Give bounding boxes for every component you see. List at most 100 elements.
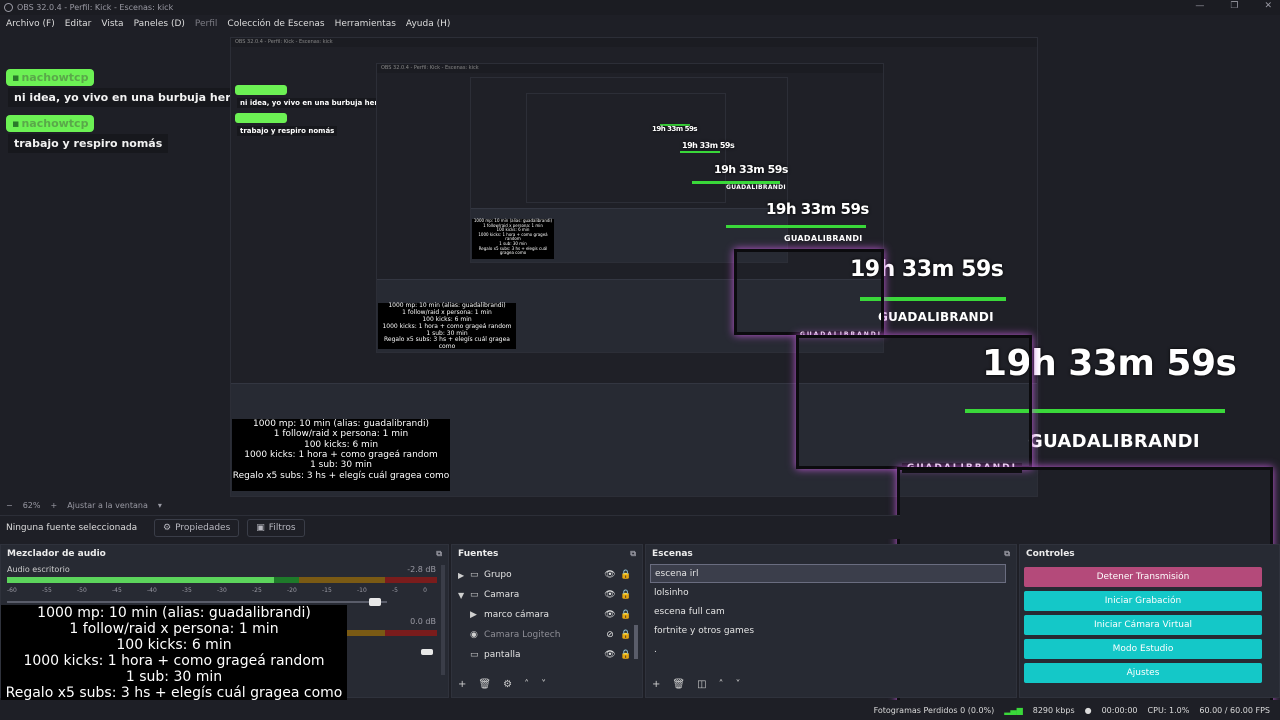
lock-icon[interactable]: 🔒 <box>618 610 634 620</box>
close-icon[interactable]: ✕ <box>1264 1 1272 11</box>
zoom-fit-select[interactable]: Ajustar a la ventana <box>67 501 148 510</box>
preview-canvas[interactable]: ▪ nachowtcp ni idea, yo vivo en una burbu… <box>0 33 1280 717</box>
meter-tick: -40 <box>147 587 157 594</box>
volume-slider-handle[interactable] <box>421 649 433 655</box>
add-icon[interactable]: + <box>458 679 466 690</box>
meter-tick: -15 <box>322 587 332 594</box>
sources-toolbar: + 🗑 ⚙ ˄ ˅ <box>458 679 546 690</box>
source-properties-bar: Ninguna fuente seleccionada ⚙ Propiedades… <box>0 515 900 539</box>
scene-item[interactable]: . <box>650 640 1006 659</box>
control-button-0[interactable]: Detener Transmisión <box>1024 567 1262 587</box>
cpu-usage: CPU: 1.0% <box>1147 705 1190 715</box>
monitor-icon: ▭ <box>470 650 479 660</box>
meter-tick: -25 <box>252 587 262 594</box>
no-source-label: Ninguna fuente seleccionada <box>6 522 138 533</box>
meter-tick: 0 <box>423 587 427 594</box>
scene-item[interactable]: escena irl <box>650 564 1006 583</box>
arrow-up-icon[interactable]: ˄ <box>524 679 529 690</box>
fps: 60.00 / 60.00 FPS <box>1199 705 1270 715</box>
sources-scrollbar[interactable] <box>634 625 638 659</box>
visibility-icon[interactable]: ⊘ <box>602 630 618 640</box>
control-button-2[interactable]: Iniciar Cámara Virtual <box>1024 615 1262 635</box>
arrow-up-icon[interactable]: ˄ <box>719 679 724 690</box>
chat-badge-icon: ▪ <box>12 71 20 84</box>
meter-ticks: -60 -55 -50 -45 -40 -35 -30 -25 -20 -15 -10 -5 0 <box>7 587 427 594</box>
menu-item-1[interactable]: Editar <box>65 19 92 29</box>
stream-timer: 19h 33m 59s <box>766 200 869 218</box>
add-icon[interactable]: + <box>652 679 660 690</box>
menu-item-0[interactable]: Archivo (F) <box>6 19 55 29</box>
source-item[interactable]: ◉ Camara Logitech ⊘ 🔒 <box>458 625 634 645</box>
obs-logo-icon <box>4 3 13 12</box>
audio-meter <box>7 577 437 583</box>
menu-item-5[interactable]: Colección de Escenas <box>227 19 324 29</box>
menu-item-2[interactable]: Vista <box>101 19 123 29</box>
undock-icon[interactable]: ⧉ <box>1004 549 1010 559</box>
zoom-out-icon[interactable]: − <box>6 501 13 510</box>
lock-icon[interactable]: 🔒 <box>618 590 634 600</box>
expand-icon[interactable]: ▼ <box>458 591 470 600</box>
menu-item-7[interactable]: Ayuda (H) <box>406 19 450 29</box>
lock-icon[interactable]: 🔒 <box>618 570 634 580</box>
visibility-icon[interactable]: 👁 <box>602 590 618 600</box>
camera-icon: ◉ <box>470 630 478 640</box>
control-button-4[interactable]: Ajustes <box>1024 663 1262 683</box>
mixer-scrollbar[interactable] <box>441 565 445 675</box>
visibility-icon[interactable]: 👁 <box>602 570 618 580</box>
play-icon: ▶ <box>470 610 477 620</box>
lock-icon[interactable]: 🔒 <box>618 650 634 660</box>
lock-icon[interactable]: 🔒 <box>618 630 634 640</box>
minimize-icon[interactable]: — <box>1195 1 1204 11</box>
sources-title: Fuentes <box>458 549 499 559</box>
window-titlebar: OBS 32.0.4 - Perfil: Kick - Escenas: kic… <box>0 0 1280 15</box>
streamer-name: GUADALIBRANDI <box>784 234 863 243</box>
streamer-name: GUADALIBRANDI <box>878 310 994 324</box>
scene-item[interactable]: fortnite y otros games <box>650 621 1006 640</box>
meter-tick: -50 <box>77 587 87 594</box>
source-item[interactable]: ▼ ▭ Camara 👁 🔒 <box>458 585 634 605</box>
source-item[interactable]: ▶ ▭ Grupo 👁 🔒 <box>458 565 634 585</box>
visibility-icon[interactable]: 👁 <box>602 610 618 620</box>
nested-chat-name <box>235 113 287 123</box>
volume-slider[interactable] <box>7 601 387 603</box>
chevron-down-icon[interactable]: ▾ <box>158 501 162 510</box>
stream-timer: 19h 33m 59s <box>682 141 735 150</box>
gear-icon[interactable]: ⚙ <box>503 679 512 690</box>
menu-item-4[interactable]: Perfil <box>195 19 218 29</box>
trash-icon[interactable]: 🗑 <box>478 679 491 690</box>
zoom-in-icon[interactable]: + <box>50 501 57 510</box>
zoom-bar: − 62% + Ajustar a la ventana ▾ <box>0 497 900 513</box>
scene-item[interactable]: escena full cam <box>650 602 1006 621</box>
scene-item[interactable]: lolsinho <box>650 583 1006 602</box>
meter-tick: -10 <box>357 587 367 594</box>
stream-time: 00:00:00 <box>1101 705 1138 715</box>
nested-titlebar: OBS 32.0.4 - Perfil: Kick - Escenas: kic… <box>377 64 883 73</box>
undock-icon[interactable]: ⧉ <box>630 549 636 559</box>
volume-slider-handle[interactable] <box>369 598 381 606</box>
filter-icon: ▣ <box>256 522 265 533</box>
visibility-icon[interactable]: 👁 <box>602 650 618 660</box>
chat-username: ▪ nachowtcp <box>6 115 95 132</box>
trash-icon[interactable]: 🗑 <box>672 679 685 690</box>
nested-titlebar: OBS 32.0.4 - Perfil: Kick - Escenas: kic… <box>231 38 1037 47</box>
dropped-frames: Fotogramas Perdidos 0 (0.0%) <box>873 705 995 715</box>
source-name: pantalla <box>484 650 521 660</box>
source-item[interactable]: ▶ marco cámara 👁 🔒 <box>458 605 634 625</box>
undock-icon[interactable]: ⧉ <box>436 549 442 559</box>
zoom-value: 62% <box>22 500 41 510</box>
maximize-icon[interactable]: ❐ <box>1230 1 1238 11</box>
control-button-1[interactable]: Iniciar Grabación <box>1024 591 1262 611</box>
meter-tick: -30 <box>217 587 227 594</box>
source-item[interactable]: ▭ pantalla 👁 🔒 <box>458 645 634 665</box>
meter-tick: -20 <box>287 587 297 594</box>
stream-timer: 19h 33m 59s <box>714 163 788 176</box>
filters-button[interactable]: ▣ Filtros <box>247 518 305 537</box>
menu-item-3[interactable]: Paneles (D) <box>134 19 185 29</box>
properties-button[interactable]: ⚙ Propiedades <box>154 518 240 537</box>
expand-icon[interactable]: ▶ <box>458 571 470 580</box>
control-button-3[interactable]: Modo Estudio <box>1024 639 1262 659</box>
filter-icon[interactable]: ◫ <box>697 679 706 690</box>
menu-item-6[interactable]: Herramientas <box>335 19 396 29</box>
arrow-down-icon[interactable]: ˅ <box>736 679 741 690</box>
arrow-down-icon[interactable]: ˅ <box>541 679 546 690</box>
